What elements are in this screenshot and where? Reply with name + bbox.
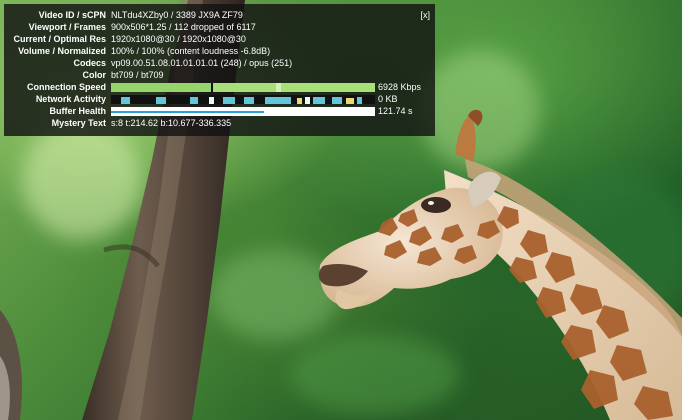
stats-label: Volume / Normalized: [18, 46, 106, 56]
stats-value: 0 KB: [378, 94, 398, 104]
stats-row-viewport-frames: Viewport / Frames 900x506*1.25 / 112 dro…: [4, 21, 425, 33]
stats-for-nerds-panel: [x] Video ID / sCPN NLTdu4XZby0 / 3389 J…: [4, 4, 435, 136]
buffer-health-line: [111, 110, 265, 113]
network-bar: [121, 96, 130, 104]
stats-row-volume: Volume / Normalized 100% / 100% (content…: [4, 45, 425, 57]
stats-label: Video ID / sCPN: [38, 10, 106, 20]
network-bar: [244, 96, 254, 104]
network-bar: [313, 96, 325, 104]
stats-value: 900x506*1.25 / 112 dropped of 6117: [111, 22, 256, 32]
speed-bar-segment: [211, 82, 375, 92]
speed-bar-segment: [111, 82, 211, 92]
network-bar: [346, 97, 354, 104]
stats-value: 1920x1080@30 / 1920x1080@30: [111, 34, 246, 44]
stats-value: vp09.00.51.08.01.01.01.01 (248) / opus (…: [111, 58, 293, 68]
stats-label: Network Activity: [35, 94, 106, 104]
stats-row-buffer-health: Buffer Health 121.74 s: [4, 105, 425, 117]
stats-value: s:8 t:214.62 b:10.677-336.335: [111, 118, 232, 128]
video-player[interactable]: [x] Video ID / sCPN NLTdu4XZby0 / 3389 J…: [0, 0, 682, 420]
buffer-health-graph: [111, 106, 375, 116]
stats-row-color: Color bt709 / bt709: [4, 69, 425, 81]
stats-row-resolution: Current / Optimal Res 1920x1080@30 / 192…: [4, 33, 425, 45]
network-bar: [190, 96, 198, 104]
network-bar: [297, 97, 302, 104]
speed-bar-divider: [211, 82, 213, 92]
stats-label: Color: [82, 70, 107, 80]
stats-value: bt709 / bt709: [111, 70, 164, 80]
stats-row-connection-speed: Connection Speed 6928 Kbps: [4, 81, 425, 93]
stats-row-codecs: Codecs vp09.00.51.08.01.01.01.01 (248) /…: [4, 57, 425, 69]
stats-label: Buffer Health: [49, 106, 106, 116]
stats-label: Current / Optimal Res: [13, 34, 106, 44]
network-bar: [209, 96, 214, 104]
giraffe: [318, 109, 682, 420]
speed-bar-marker: [276, 82, 281, 92]
network-bar: [265, 96, 291, 104]
stats-row-network-activity: Network Activity 0 KB: [4, 93, 425, 105]
stats-label: Connection Speed: [26, 82, 106, 92]
stats-label: Codecs: [73, 58, 106, 68]
stats-value: NLTdu4XZby0 / 3389 JX9A ZF79: [111, 10, 243, 20]
stats-value: 100% / 100% (content loudness -6.8dB): [111, 46, 271, 56]
stats-label: Mystery Text: [51, 118, 106, 128]
network-bar: [357, 96, 362, 104]
stats-value: 121.74 s: [378, 106, 413, 116]
network-bar: [156, 96, 166, 104]
stats-label: Viewport / Frames: [28, 22, 106, 32]
network-bar: [305, 96, 310, 104]
connection-speed-graph: [111, 82, 375, 92]
network-bar: [223, 96, 235, 104]
network-activity-graph: [111, 94, 375, 104]
stats-row-video-id: Video ID / sCPN NLTdu4XZby0 / 3389 JX9A …: [4, 9, 425, 21]
close-button[interactable]: [x]: [420, 9, 430, 21]
stats-row-mystery-text: Mystery Text s:8 t:214.62 b:10.677-336.3…: [4, 117, 425, 129]
stats-value: 6928 Kbps: [378, 82, 422, 92]
network-bar: [332, 96, 342, 104]
